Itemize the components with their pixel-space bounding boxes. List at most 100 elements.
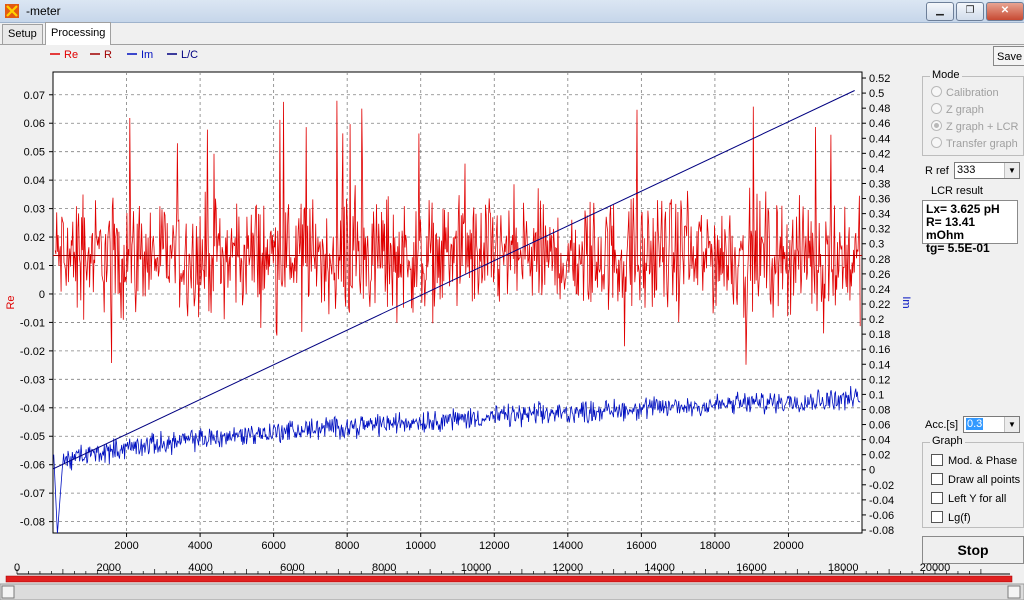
y-right-tick-label: 0.06 bbox=[869, 420, 890, 432]
y-right-tick-label: 0.46 bbox=[869, 118, 890, 130]
y-right-tick-label: 0.32 bbox=[869, 224, 890, 236]
y-right-tick-label: 0.2 bbox=[869, 314, 884, 326]
plot-area bbox=[52, 71, 863, 534]
x-tick-label: 2000 bbox=[114, 540, 138, 552]
y-left-tick-label: -0.07 bbox=[20, 488, 45, 500]
mode-calibration-radio[interactable]: Calibration bbox=[931, 86, 999, 99]
rref-select[interactable]: 333 ▼ bbox=[954, 162, 1020, 179]
radio-icon bbox=[931, 103, 942, 114]
y-left-tick-label: 0.07 bbox=[24, 90, 45, 102]
y-left-tick-label: 0.02 bbox=[24, 232, 45, 244]
scale-tick-label: 20000 bbox=[920, 562, 951, 574]
scale-tick-label: 6000 bbox=[280, 562, 304, 574]
y-left-axis-label: Re bbox=[5, 295, 17, 309]
legend-label: Im bbox=[141, 49, 153, 61]
x-tick-label: 6000 bbox=[261, 540, 285, 552]
lcr-resistance: R= 13.41 mOhm bbox=[926, 215, 976, 242]
chevron-down-icon[interactable]: ▼ bbox=[1004, 163, 1019, 178]
y-left-tick-label: 0.04 bbox=[24, 175, 45, 187]
draw-all-points-checkbox[interactable]: Draw all points bbox=[931, 473, 1020, 486]
y-left-tick-label: -0.05 bbox=[20, 431, 45, 443]
y-right-tick-label: 0.38 bbox=[869, 178, 890, 190]
y-left-tick-label: 0 bbox=[39, 289, 45, 301]
y-left-tick-label: 0.05 bbox=[24, 147, 45, 159]
minimize-button[interactable]: ▁ bbox=[926, 2, 954, 21]
slider-handle-left bbox=[1, 585, 15, 599]
tab-setup[interactable]: Setup bbox=[2, 24, 43, 44]
x-tick-label: 18000 bbox=[700, 540, 731, 552]
scale-tick-label: 14000 bbox=[644, 562, 675, 574]
y-right-tick-label: 0.5 bbox=[869, 88, 884, 100]
chevron-down-icon[interactable]: ▼ bbox=[1004, 417, 1019, 432]
scale-tick-label: 16000 bbox=[736, 562, 767, 574]
acc-label: Acc.[s] bbox=[925, 419, 959, 431]
y-left-tick-label: -0.08 bbox=[20, 517, 45, 529]
slider-track bbox=[0, 583, 1024, 600]
y-right-tick-label: 0.36 bbox=[869, 194, 890, 206]
frequency-scale-slider[interactable]: 0 2000 4000 6000 8000 10000 12000 14000 16000 180… bbox=[0, 560, 1024, 600]
mode-group-title: Mode bbox=[930, 69, 962, 81]
x-tick-label: 16000 bbox=[626, 540, 657, 552]
mode-z-graph-lcr-radio[interactable]: Z graph + LCR bbox=[931, 120, 1018, 133]
lcr-result-box: Lx= 3.625 pH R= 13.41 mOhm tg= 5.5E-01 bbox=[922, 200, 1018, 255]
y-right-tick-label: 0.26 bbox=[869, 269, 890, 281]
mode-transfer-graph-radio[interactable]: Transfer graph bbox=[931, 137, 1018, 150]
y-left-tick-label: -0.04 bbox=[20, 403, 45, 415]
y-right-tick-label: 0 bbox=[869, 465, 875, 477]
acc-select[interactable]: 0.3 ▼ bbox=[963, 416, 1020, 433]
maximize-button[interactable]: ❐ bbox=[956, 2, 984, 21]
x-tick-label: 4000 bbox=[188, 540, 212, 552]
checkbox-icon bbox=[931, 511, 943, 523]
legend-label: R bbox=[104, 49, 112, 61]
save-button[interactable]: Save bbox=[993, 46, 1024, 66]
graph-group: Graph Mod. & Phase Draw all points Left … bbox=[922, 435, 1024, 528]
radio-icon bbox=[931, 86, 942, 97]
mod-phase-checkbox[interactable]: Mod. & Phase bbox=[931, 454, 1017, 467]
scale-tick-label: 8000 bbox=[372, 562, 396, 574]
app-logo-icon bbox=[5, 4, 19, 18]
y-right-tick-label: 0.48 bbox=[869, 103, 890, 115]
tab-bar: Setup Processing bbox=[0, 22, 1024, 45]
scale-tick-label: 18000 bbox=[828, 562, 859, 574]
checkbox-icon bbox=[931, 454, 943, 466]
y-left-tick-label: -0.02 bbox=[20, 346, 45, 358]
x-tick-label: 20000 bbox=[773, 540, 804, 552]
radio-icon bbox=[931, 137, 942, 148]
lg-f-checkbox[interactable]: Lg(f) bbox=[931, 511, 971, 524]
x-tick-label: 14000 bbox=[553, 540, 584, 552]
impedance-chart[interactable]: Re R Im L/C 2000 4000 6000 8000 10000 12000 14000 1… bbox=[0, 45, 920, 560]
y-right-tick-label: 0.42 bbox=[869, 148, 890, 160]
scale-tick-label: 2000 bbox=[97, 562, 121, 574]
scale-tick-label: 12000 bbox=[553, 562, 584, 574]
y-right-tick-label: 0.3 bbox=[869, 239, 884, 251]
y-right-tick-label: -0.06 bbox=[869, 510, 894, 522]
y-right-tick-label: 0.16 bbox=[869, 344, 890, 356]
tab-processing[interactable]: Processing bbox=[45, 22, 112, 45]
rref-label: R ref bbox=[925, 165, 949, 177]
y-left-tick-label: -0.03 bbox=[20, 374, 45, 386]
y-right-tick-label: 0.1 bbox=[869, 389, 884, 401]
y-right-tick-label: 0.14 bbox=[869, 359, 890, 371]
y-right-tick-label: 0.04 bbox=[869, 435, 890, 447]
scale-range-bar bbox=[5, 575, 1013, 583]
left-y-for-all-checkbox[interactable]: Left Y for all bbox=[931, 492, 1006, 505]
y-right-tick-label: 0.22 bbox=[869, 299, 890, 311]
y-right-tick-label: 0.08 bbox=[869, 404, 890, 416]
scale-tick-label: 10000 bbox=[461, 562, 492, 574]
lcr-tangent: tg= 5.5E-01 bbox=[926, 241, 990, 255]
lcr-result-title: LCR result bbox=[929, 185, 985, 197]
scale-tick-label: 4000 bbox=[188, 562, 212, 574]
y-right-tick-label: 0.12 bbox=[869, 374, 890, 386]
y-right-tick-label: 0.28 bbox=[869, 254, 890, 266]
y-right-tick-label: 0.52 bbox=[869, 73, 890, 85]
scale-tick-label: 0 bbox=[14, 562, 20, 574]
y-right-tick-label: -0.02 bbox=[869, 480, 894, 492]
legend-label: Re bbox=[64, 49, 78, 61]
window-title: -meter bbox=[26, 4, 61, 18]
graph-group-title: Graph bbox=[930, 435, 965, 447]
y-right-tick-label: 0.02 bbox=[869, 450, 890, 462]
y-right-tick-label: 0.18 bbox=[869, 329, 890, 341]
close-button[interactable]: ✕ bbox=[986, 2, 1024, 21]
mode-group: Mode Calibration Z graph Z graph + LCR T… bbox=[922, 69, 1024, 156]
mode-z-graph-radio[interactable]: Z graph bbox=[931, 103, 984, 116]
